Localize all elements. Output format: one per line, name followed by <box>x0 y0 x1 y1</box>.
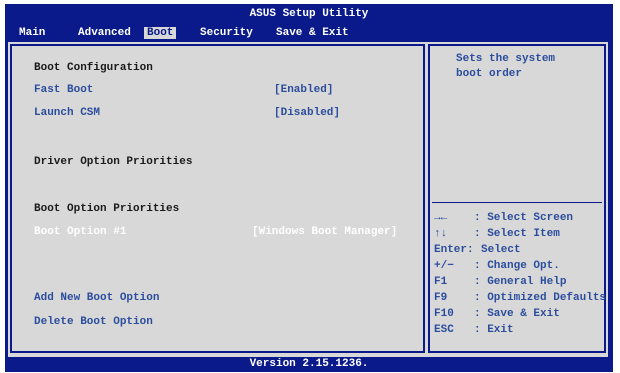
key-f1: F1 <box>434 276 448 288</box>
delete-boot-option[interactable]: Delete Boot Option <box>34 316 153 328</box>
help-text-line-1: Sets the system <box>456 53 556 65</box>
menu-save-exit[interactable]: Save & Exit <box>273 27 352 39</box>
help-text-line-2: boot order <box>456 68 523 80</box>
key-select: Select <box>481 244 521 256</box>
fast-boot-label[interactable]: Fast Boot <box>34 84 93 96</box>
key-esc: ESC <box>434 324 454 336</box>
launch-csm-value[interactable]: [Disabled] <box>274 107 340 119</box>
add-new-boot-option[interactable]: Add New Boot Option <box>34 292 159 304</box>
app-title: ASUS Setup Utility <box>249 8 369 20</box>
menu-bar: Main Advanced Boot Security Save & Exit <box>5 24 613 42</box>
key-optimized-defaults: : Optimized Defaults <box>474 292 607 304</box>
boot-option-1-label[interactable]: Boot Option #1 <box>34 226 126 238</box>
menu-advanced[interactable]: Advanced <box>75 27 134 39</box>
settings-panel: Boot Configuration Fast Boot [Enabled] L… <box>10 44 425 353</box>
help-panel: Sets the system boot order →← : Select S… <box>428 44 606 353</box>
help-divider <box>432 202 602 203</box>
menu-security[interactable]: Security <box>197 27 256 39</box>
menu-main[interactable]: Main <box>16 27 48 39</box>
key-general-help: : General Help <box>474 276 567 288</box>
key-up-down-icon: ↑↓ <box>434 228 448 240</box>
boot-option-1-value[interactable]: [Windows Boot Manager] <box>252 226 397 238</box>
key-select-screen: : Select Screen <box>474 212 574 224</box>
fast-boot-value[interactable]: [Enabled] <box>274 84 333 96</box>
key-select-item: : Select Item <box>474 228 560 240</box>
version-label: Version 2.15.1236. <box>249 358 369 370</box>
key-change-opt: : Change Opt. <box>474 260 560 272</box>
section-boot-configuration: Boot Configuration <box>34 62 153 74</box>
section-boot-option-priorities: Boot Option Priorities <box>34 203 180 215</box>
key-plus-minus: +/− <box>434 260 454 272</box>
bios-window: ASUS Setup Utility Main Advanced Boot Se… <box>5 4 613 372</box>
section-driver-option-priorities: Driver Option Priorities <box>34 156 193 168</box>
menu-boot[interactable]: Boot <box>144 27 177 39</box>
key-left-right-icon: →← <box>434 212 448 224</box>
key-exit: : Exit <box>474 324 514 336</box>
launch-csm-label[interactable]: Launch CSM <box>34 107 100 119</box>
key-save-exit: : Save & Exit <box>474 308 560 320</box>
key-f10: F10 <box>434 308 454 320</box>
content-area: Boot Configuration Fast Boot [Enabled] L… <box>8 42 608 357</box>
key-enter: Enter: <box>434 244 474 256</box>
key-f9: F9 <box>434 292 448 304</box>
